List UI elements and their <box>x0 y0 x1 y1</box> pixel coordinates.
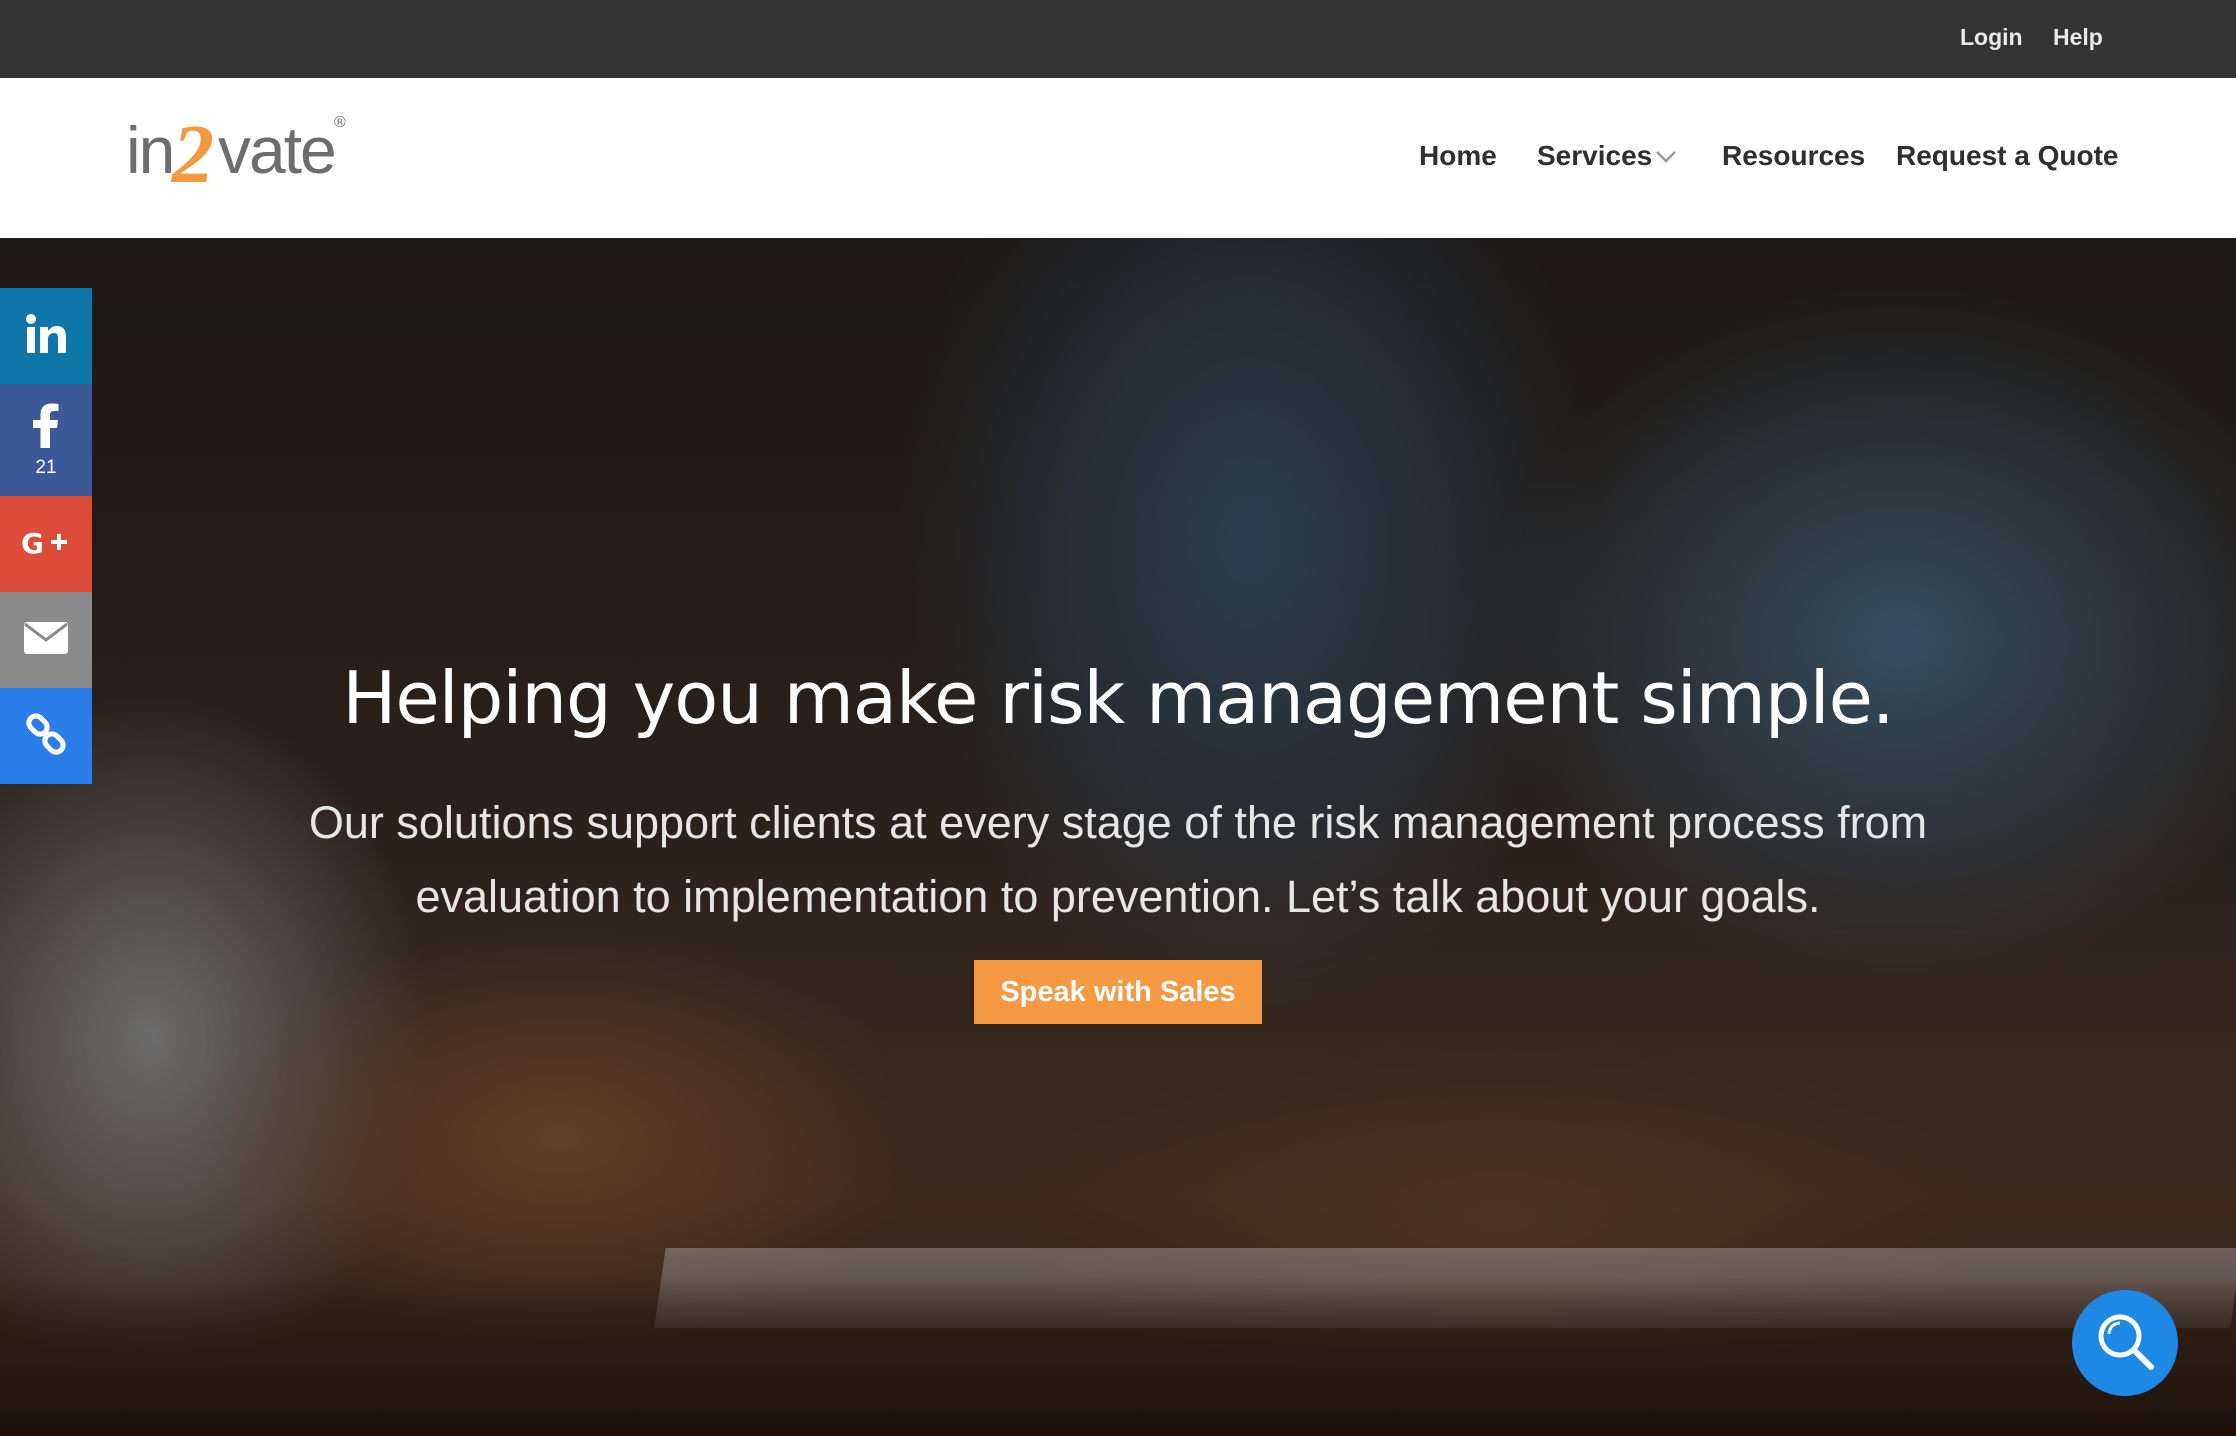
chevron-down-icon[interactable] <box>1655 150 1677 169</box>
hero-title: Helping you make risk management simple. <box>342 656 1895 740</box>
hero-subtitle: Our solutions support clients at every s… <box>308 797 1928 922</box>
share-facebook-button[interactable]: 21 <box>0 384 92 496</box>
login-link[interactable]: Login <box>1960 24 2023 51</box>
nav-home[interactable]: Home <box>1419 140 1497 172</box>
share-google-plus-button[interactable]: G <box>0 496 92 592</box>
nav-request-quote[interactable]: Request a Quote <box>1896 140 2118 172</box>
help-link[interactable]: Help <box>2053 24 2103 51</box>
email-icon <box>23 621 69 660</box>
social-share-bar: 21 G <box>0 288 92 784</box>
google-plus-icon: G <box>21 527 71 562</box>
main-nav: Home Services Resources Request a Quote <box>0 140 2236 180</box>
share-linkedin-button[interactable] <box>0 288 92 384</box>
share-email-button[interactable] <box>0 592 92 688</box>
hero-banner: Helping you make risk management simple.… <box>0 238 2236 1436</box>
utility-bar: Login Help <box>0 0 2236 78</box>
logo-registered-mark: ® <box>334 114 346 131</box>
linkedin-icon <box>24 312 68 361</box>
facebook-icon <box>32 402 60 453</box>
search-fab-button[interactable] <box>2072 1290 2178 1396</box>
link-icon <box>24 712 68 761</box>
copy-link-button[interactable] <box>0 688 92 784</box>
speak-with-sales-button[interactable]: Speak with Sales <box>974 960 1262 1024</box>
svg-text:G: G <box>21 527 44 557</box>
nav-resources[interactable]: Resources <box>1722 140 1865 172</box>
search-icon <box>2093 1309 2157 1378</box>
nav-services[interactable]: Services <box>1537 140 1652 172</box>
facebook-share-count: 21 <box>35 456 57 478</box>
site-header: in 2 vate ® Home Services Resources Requ… <box>0 78 2236 238</box>
